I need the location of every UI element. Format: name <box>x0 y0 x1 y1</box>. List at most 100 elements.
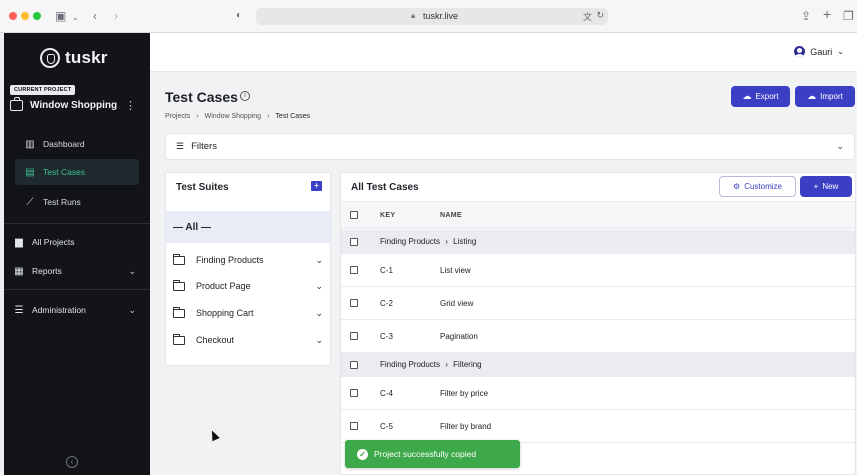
sidebar-item-test-runs[interactable]: ⟋ Test Runs <box>15 189 139 215</box>
sidebar-toggle-icon[interactable]: ▣ <box>55 9 66 23</box>
plus-icon: + <box>813 182 819 191</box>
sidebar-item-label: Test Cases <box>43 167 86 177</box>
case-name[interactable]: Grid view <box>440 299 473 308</box>
new-label: New <box>822 182 839 191</box>
shield-icon[interactable]: ◐ <box>236 9 242 23</box>
reload-icon[interactable]: ↻ <box>596 10 604 21</box>
select-all-checkbox[interactable] <box>350 211 358 219</box>
chart-icon: ▥ <box>25 138 35 150</box>
current-project-badge: CURRENT PROJECT <box>10 85 76 95</box>
import-button[interactable]: ☁ Import <box>795 86 855 107</box>
chevron-down-icon: ⌄ <box>837 47 844 56</box>
test-cases-panel: All Test Cases ⚙ Customize + New KEY NAM… <box>340 172 856 475</box>
filters-bar[interactable]: ☰ Filters ⌄ <box>165 133 855 160</box>
info-icon[interactable]: i <box>240 91 250 101</box>
grid-icon: ▦ <box>14 265 24 277</box>
case-name[interactable]: List view <box>440 266 471 275</box>
forward-icon[interactable]: › <box>114 9 118 23</box>
new-tab-icon[interactable]: + <box>823 7 831 21</box>
chevron-right-icon: › <box>445 360 448 369</box>
sidebar-item-reports[interactable]: ▦ Reports ⌄ <box>8 260 136 282</box>
group-checkbox[interactable] <box>350 361 358 369</box>
suite-item[interactable]: Product Page ⌄ <box>173 277 323 295</box>
export-label: Export <box>755 92 779 101</box>
export-button[interactable]: ☁ Export <box>731 86 790 107</box>
group-row[interactable]: Finding Products › Listing <box>341 230 855 254</box>
group-row[interactable]: Finding Products › Filtering <box>341 353 855 377</box>
chevron-down-icon[interactable]: ⌄ <box>315 335 323 346</box>
kebab-menu-icon[interactable]: ⋮ <box>125 99 136 112</box>
test-suites-title: Test Suites <box>176 182 229 193</box>
chevron-down-icon[interactable]: ⌄ <box>315 281 323 292</box>
case-name[interactable]: Pagination <box>440 332 478 341</box>
trend-icon: ⟋ <box>26 196 34 208</box>
table-row[interactable]: C-3 Pagination <box>341 320 855 353</box>
avatar <box>794 46 806 57</box>
row-checkbox[interactable] <box>350 299 358 307</box>
briefcase-icon <box>10 97 23 111</box>
add-folder-icon[interactable]: + <box>311 181 322 191</box>
top-bar: Gauri ⌄ <box>150 33 857 72</box>
sliders-icon: ☰ <box>14 304 24 316</box>
main-content: Gauri ⌄ Test Cases i Projects › Window S… <box>150 33 857 475</box>
tabs-icon[interactable]: ❐ <box>843 9 854 23</box>
folder-icon <box>173 279 185 291</box>
new-test-case-button[interactable]: + New <box>800 176 852 197</box>
sidebar-item-all-projects[interactable]: ▆ All Projects <box>8 231 136 253</box>
user-menu[interactable]: Gauri ⌄ <box>794 46 844 57</box>
logo-text: tuskr <box>65 48 108 67</box>
suite-item[interactable]: Finding Products ⌄ <box>173 251 323 269</box>
case-key: C-5 <box>380 422 393 431</box>
row-checkbox[interactable] <box>350 266 358 274</box>
table-row[interactable]: C-1 List view <box>341 254 855 287</box>
back-icon[interactable]: ‹ <box>93 9 97 23</box>
breadcrumb-separator-icon: › <box>267 113 270 120</box>
translate-icon[interactable]: 文 <box>583 10 592 23</box>
suite-item[interactable]: Checkout ⌄ <box>173 331 323 349</box>
breadcrumb-project[interactable]: Window Shopping <box>205 113 261 120</box>
row-checkbox[interactable] <box>350 332 358 340</box>
row-checkbox[interactable] <box>350 422 358 430</box>
test-cases-icon: ▤ <box>25 166 35 178</box>
customize-button[interactable]: ⚙ Customize <box>719 176 796 197</box>
breadcrumb-projects[interactable]: Projects <box>165 113 190 120</box>
case-name[interactable]: Filter by brand <box>440 422 491 431</box>
maximize-window-button[interactable] <box>33 12 41 20</box>
chevron-down-icon[interactable]: ⌄ <box>72 11 79 25</box>
group-checkbox[interactable] <box>350 238 358 246</box>
folder-icon <box>173 253 185 265</box>
share-icon[interactable]: ⇪ <box>801 9 811 23</box>
sidebar-item-administration[interactable]: ☰ Administration ⌄ <box>8 299 136 321</box>
breadcrumb: Projects › Window Shopping › Test Cases <box>165 113 310 120</box>
case-name[interactable]: Filter by price <box>440 389 488 398</box>
address-bar[interactable]: 🔒︎ tuskr.live 文 ↻ <box>256 8 608 25</box>
sidebar-item-dashboard[interactable]: ▥ Dashboard <box>15 131 139 157</box>
success-toast[interactable]: ✓ Project successfully copied <box>345 440 520 468</box>
sidebar-item-test-cases[interactable]: ▤ Test Cases <box>15 159 139 185</box>
check-circle-icon: ✓ <box>357 448 368 460</box>
filters-label: Filters <box>191 141 217 152</box>
current-project[interactable]: Window Shopping ⋮ <box>10 97 136 112</box>
group-child: Filtering <box>453 360 482 369</box>
suite-label: Checkout <box>196 335 235 345</box>
table-row[interactable]: C-2 Grid view <box>341 287 855 320</box>
close-window-button[interactable] <box>9 12 17 20</box>
chevron-down-icon[interactable]: ⌄ <box>315 308 323 319</box>
collapse-sidebar-icon[interactable]: ‹ <box>66 456 78 468</box>
browser-toolbar: ▣ ⌄ ‹ › ◐ 🔒︎ tuskr.live 文 ↻ ⇪ + ❐ <box>0 0 857 33</box>
breadcrumb-current: Test Cases <box>275 113 311 120</box>
suite-all[interactable]: — All — <box>166 211 330 243</box>
table-row[interactable]: C-5 Filter by brand <box>341 410 855 443</box>
tuskr-logo[interactable]: tuskr <box>40 48 108 68</box>
suite-item[interactable]: Shopping Cart ⌄ <box>173 304 323 322</box>
group-child: Listing <box>453 237 477 246</box>
folder-icon <box>173 306 185 318</box>
chevron-down-icon[interactable]: ⌄ <box>315 255 323 266</box>
case-key: C-2 <box>380 299 393 308</box>
row-checkbox[interactable] <box>350 389 358 397</box>
cloud-download-icon: ☁ <box>807 91 817 101</box>
case-key: C-3 <box>380 332 393 341</box>
table-row[interactable]: C-4 Filter by price <box>341 377 855 410</box>
sidebar-item-label: Test Runs <box>43 197 81 207</box>
minimize-window-button[interactable] <box>21 12 29 20</box>
